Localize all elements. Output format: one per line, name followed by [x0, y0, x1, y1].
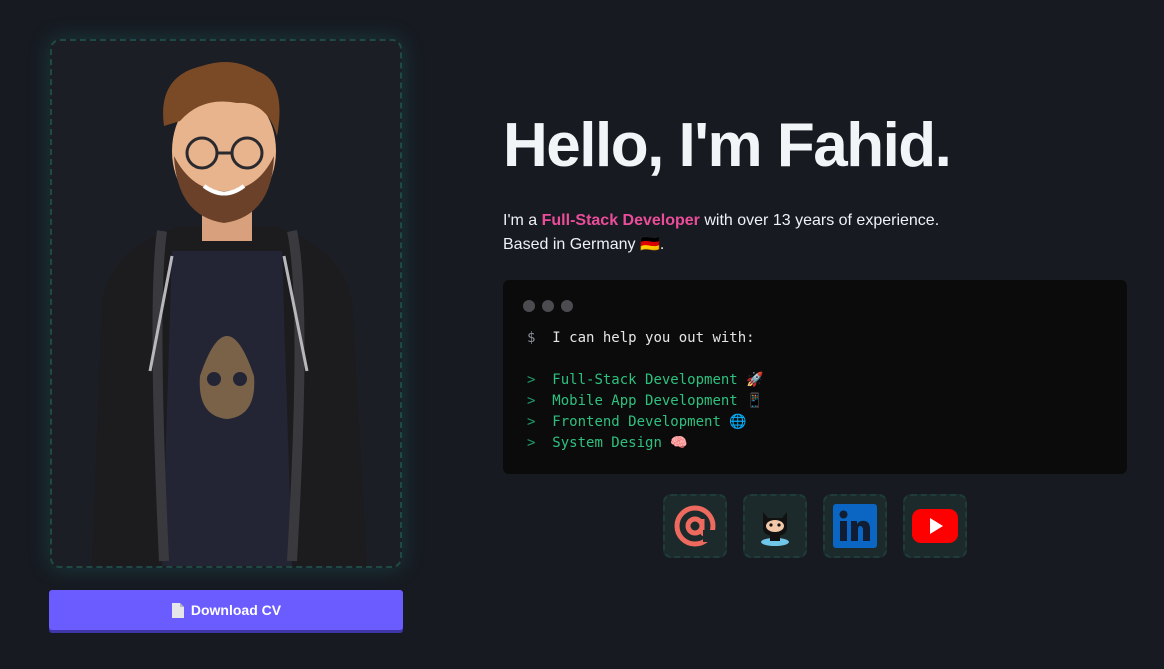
avatar-frame	[50, 39, 402, 568]
location-line: Based in Germany 🇩🇪.	[503, 236, 665, 253]
avatar-illustration	[92, 62, 367, 566]
intro-text: I'm a Full-Stack Developer with over 13 …	[503, 209, 1103, 257]
terminal-item-line: > Frontend Development 🌐	[527, 414, 747, 430]
terminal-marker: >	[527, 414, 536, 430]
terminal-item: Frontend Development 🌐	[552, 414, 747, 430]
intro-role: Full-Stack Developer	[541, 212, 700, 229]
window-dot	[523, 300, 535, 312]
terminal-marker: >	[527, 372, 536, 388]
terminal-command: I can help you out with:	[552, 330, 755, 346]
github-link[interactable]	[743, 494, 807, 558]
terminal-item-line: > Mobile App Development 📱	[527, 393, 764, 409]
terminal-item: Mobile App Development 📱	[552, 393, 764, 409]
page-title: Hello, I'm Fahid.	[503, 111, 952, 180]
window-controls	[523, 300, 573, 312]
terminal-command-line: $ I can help you out with:	[527, 330, 755, 346]
social-links	[663, 494, 967, 558]
terminal-item: Full-Stack Development 🚀	[552, 372, 764, 388]
intro-suffix: with over 13 years of experience.	[699, 212, 940, 229]
window-dot	[561, 300, 573, 312]
document-icon	[171, 602, 185, 619]
linkedin-icon	[833, 504, 877, 548]
terminal-item-line: > System Design 🧠	[527, 435, 688, 451]
terminal-marker: >	[527, 435, 536, 451]
download-cv-label: Download CV	[190, 602, 282, 618]
terminal-marker: >	[527, 393, 536, 409]
at-sign-icon	[674, 505, 716, 547]
youtube-icon	[912, 509, 958, 543]
download-cv-button[interactable]: Download CV	[49, 590, 403, 630]
terminal-item-line: > Full-Stack Development 🚀	[527, 372, 764, 388]
terminal-item: System Design 🧠	[552, 435, 688, 451]
terminal-window: $ I can help you out with: > Full-Stack …	[503, 280, 1127, 474]
github-octocat-icon	[761, 512, 789, 546]
intro-prefix: I'm a	[503, 212, 542, 229]
youtube-link[interactable]	[903, 494, 967, 558]
intro-line: I'm a Full-Stack Developer with over 13 …	[503, 209, 1103, 233]
email-link[interactable]	[663, 494, 727, 558]
terminal-prompt: $	[527, 330, 536, 346]
linkedin-link[interactable]	[823, 494, 887, 558]
window-dot	[542, 300, 554, 312]
